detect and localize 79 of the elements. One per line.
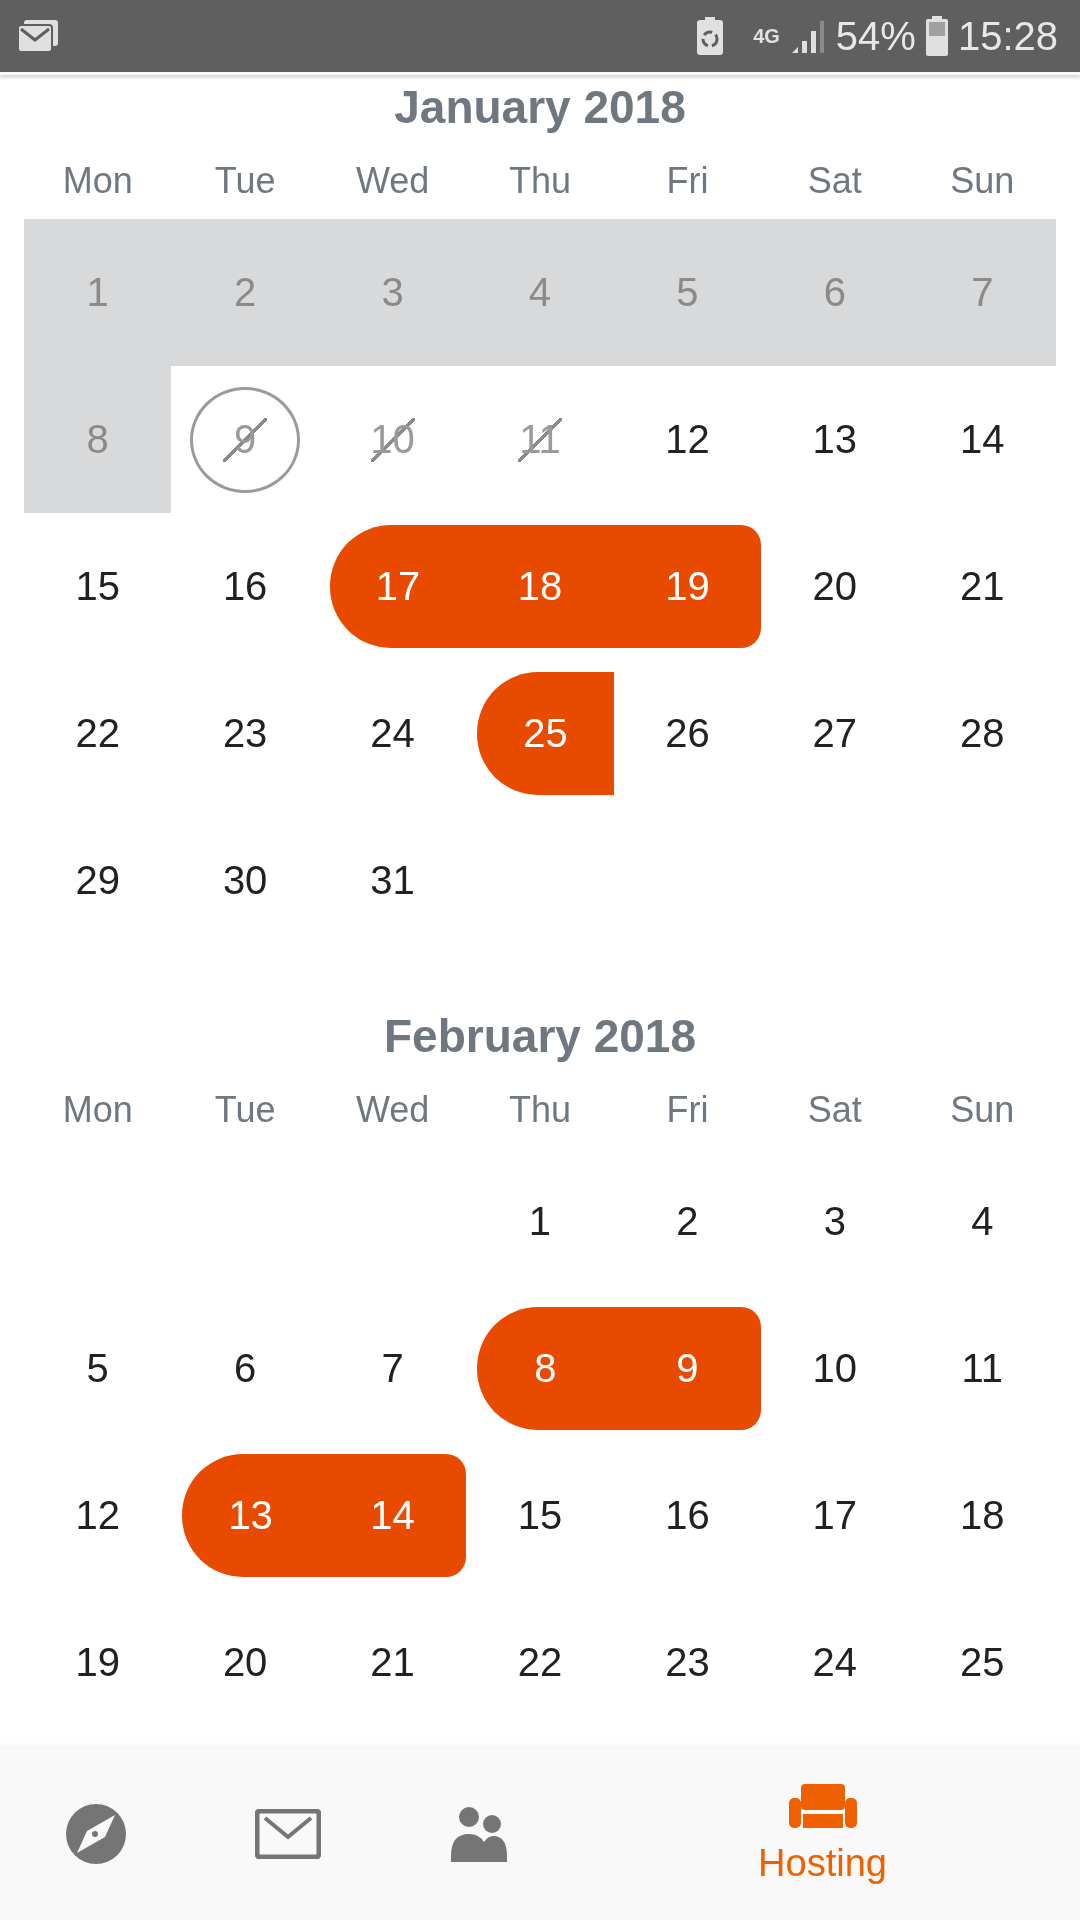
network-type: 4G bbox=[753, 26, 780, 46]
date[interactable]: 22 bbox=[24, 660, 172, 807]
date[interactable]: 1 bbox=[466, 1148, 614, 1295]
weekday-label: Tue bbox=[213, 160, 277, 202]
date[interactable]: 30 bbox=[171, 807, 319, 954]
booked-date[interactable]: 17 bbox=[329, 525, 467, 648]
weekday-label: Sun bbox=[949, 160, 1016, 202]
compass-icon bbox=[65, 1803, 127, 1865]
date[interactable]: 13 bbox=[761, 366, 909, 513]
past-date: 3 bbox=[318, 219, 467, 366]
past-date: 2 bbox=[171, 219, 319, 366]
date[interactable]: 10 bbox=[761, 1295, 909, 1442]
booked-date[interactable]: 19 bbox=[613, 525, 762, 648]
date[interactable]: 31 bbox=[318, 807, 467, 954]
date[interactable]: 7 bbox=[318, 1295, 467, 1442]
date[interactable]: 16 bbox=[613, 1442, 762, 1589]
date[interactable]: 12 bbox=[613, 366, 762, 513]
battery-saver-icon bbox=[697, 17, 724, 55]
sofa-icon bbox=[788, 1783, 857, 1828]
weekday-label: Mon bbox=[61, 160, 134, 202]
battery-icon bbox=[925, 16, 948, 56]
booked-date[interactable]: 25 bbox=[477, 672, 614, 795]
weekday-label: Fri bbox=[665, 160, 710, 202]
people-icon bbox=[451, 1806, 509, 1862]
clock-time: 15:28 bbox=[957, 13, 1058, 59]
booked-date[interactable]: 9 bbox=[613, 1307, 762, 1430]
date[interactable]: 21 bbox=[908, 513, 1056, 660]
past-date: 8 bbox=[24, 366, 172, 513]
date[interactable]: 28 bbox=[908, 660, 1056, 807]
date[interactable]: 17 bbox=[761, 1442, 909, 1589]
date[interactable]: 29 bbox=[24, 807, 172, 954]
notification-mail-icon bbox=[18, 20, 58, 52]
date[interactable]: 27 bbox=[761, 660, 909, 807]
weekday-label: Wed bbox=[354, 160, 431, 202]
weekday-label: Tue bbox=[213, 1089, 277, 1131]
date[interactable]: 19 bbox=[24, 1589, 172, 1736]
booked-date[interactable]: 14 bbox=[318, 1454, 467, 1577]
weekday-label: Thu bbox=[507, 1089, 572, 1131]
date[interactable]: 22 bbox=[466, 1589, 614, 1736]
date[interactable]: 26 bbox=[613, 660, 762, 807]
date[interactable]: 25 bbox=[908, 1589, 1056, 1736]
past-date: 6 bbox=[761, 219, 909, 366]
date[interactable]: 20 bbox=[761, 513, 909, 660]
date[interactable]: 15 bbox=[24, 513, 172, 660]
booked-date[interactable]: 13 bbox=[182, 1454, 319, 1577]
date[interactable]: 15 bbox=[466, 1442, 614, 1589]
weekday-label: Sat bbox=[806, 1089, 863, 1131]
date[interactable]: 12 bbox=[24, 1442, 172, 1589]
booked-date[interactable]: 18 bbox=[466, 525, 614, 648]
date[interactable]: 24 bbox=[318, 660, 467, 807]
date[interactable]: 2 bbox=[613, 1148, 762, 1295]
weekday-label: Wed bbox=[354, 1089, 431, 1131]
date[interactable]: 6 bbox=[171, 1295, 319, 1442]
date[interactable]: 11 bbox=[908, 1295, 1056, 1442]
past-date: 7 bbox=[908, 219, 1056, 366]
date[interactable]: 23 bbox=[613, 1589, 762, 1736]
date[interactable]: 5 bbox=[24, 1295, 172, 1442]
date[interactable]: 14 bbox=[908, 366, 1056, 513]
past-date: 1 bbox=[24, 219, 172, 366]
weekday-label: Thu bbox=[507, 160, 572, 202]
weekday-label: Sun bbox=[949, 1089, 1016, 1131]
envelope-icon bbox=[255, 1809, 321, 1859]
past-date: 4 bbox=[466, 219, 614, 366]
month-title: February 2018 bbox=[383, 1009, 697, 1064]
date[interactable]: 21 bbox=[318, 1589, 467, 1736]
weekday-label: Fri bbox=[665, 1089, 710, 1131]
date[interactable]: 3 bbox=[761, 1148, 909, 1295]
battery-percent: 54% bbox=[835, 13, 916, 59]
date[interactable]: 4 bbox=[908, 1148, 1056, 1295]
weekday-label: Mon bbox=[61, 1089, 134, 1131]
past-date: 5 bbox=[613, 219, 762, 366]
date[interactable]: 20 bbox=[171, 1589, 319, 1736]
month-title: January 2018 bbox=[393, 80, 687, 135]
booked-date[interactable]: 8 bbox=[477, 1307, 614, 1430]
date[interactable]: 23 bbox=[171, 660, 319, 807]
date[interactable]: 16 bbox=[171, 513, 319, 660]
date[interactable]: 18 bbox=[908, 1442, 1056, 1589]
date[interactable]: 24 bbox=[761, 1589, 909, 1736]
weekday-label: Sat bbox=[806, 160, 863, 202]
